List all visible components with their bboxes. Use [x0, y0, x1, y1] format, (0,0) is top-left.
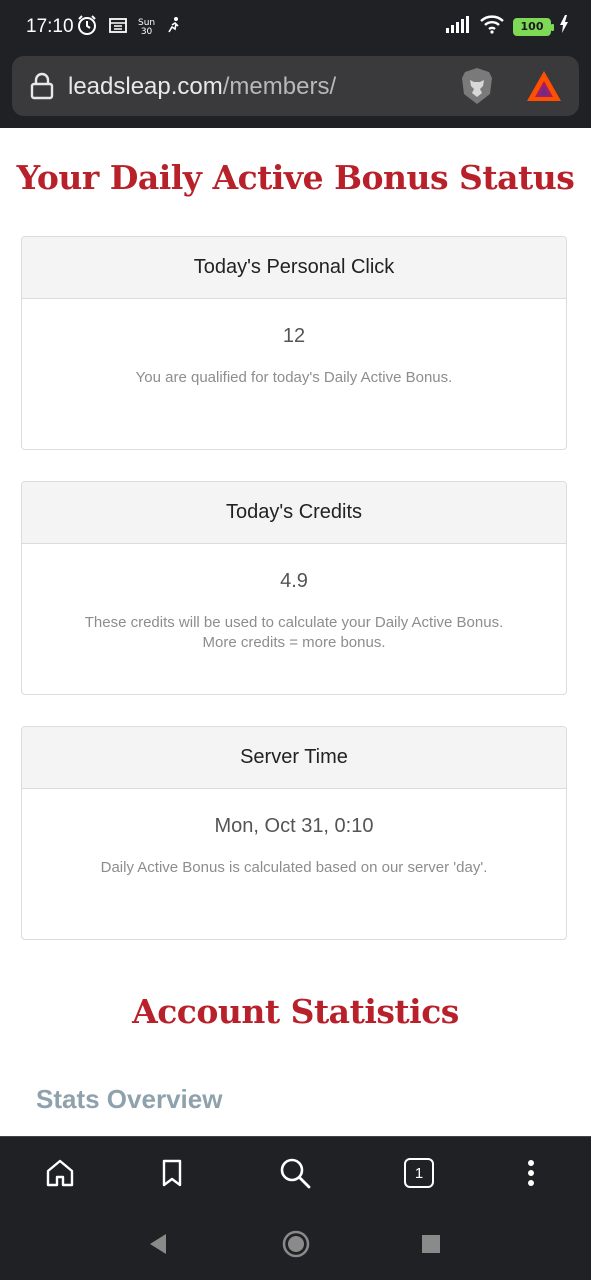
browser-bottom-toolbar: 1: [0, 1136, 591, 1210]
card-description-line: These credits will be used to calculate …: [84, 614, 504, 631]
lock-icon[interactable]: [30, 72, 54, 105]
personal-click-card: Today's Personal Click 12 You are qualif…: [21, 236, 567, 450]
charging-icon: [559, 15, 569, 38]
wifi-icon: [479, 14, 505, 39]
bookmark-icon[interactable]: [156, 1157, 188, 1189]
credits-card: Today's Credits 4.9 These credits will b…: [21, 481, 567, 695]
card-description: These credits will be used to calculate …: [22, 613, 566, 653]
back-icon[interactable]: [148, 1233, 168, 1260]
stats-overview-heading: Stats Overview: [36, 1084, 223, 1114]
card-header: Today's Credits: [22, 482, 566, 544]
home-nav-icon[interactable]: [282, 1230, 310, 1263]
alarm-icon: [76, 14, 98, 41]
url-path: /members/: [222, 73, 337, 100]
tab-count: 1: [404, 1158, 434, 1188]
system-navigation-bar: [0, 1210, 591, 1280]
calendar-icon: [108, 15, 128, 40]
more-menu-icon[interactable]: [515, 1157, 547, 1189]
card-description: Daily Active Bonus is calculated based o…: [100, 859, 488, 876]
activity-icon: [165, 16, 183, 39]
search-icon[interactable]: [279, 1157, 311, 1189]
brave-shields-icon[interactable]: [460, 66, 494, 111]
card-value: Mon, Oct 31, 0:10: [214, 815, 374, 837]
card-header: Today's Personal Click: [22, 237, 566, 299]
card-value: 4.9: [280, 570, 308, 592]
url-domain: leadsleap.com: [68, 73, 223, 100]
status-time: 17:10: [26, 16, 74, 37]
url-text[interactable]: leadsleap.com/members/: [68, 73, 336, 101]
daily-bonus-title: Your Daily Active Bonus Status: [16, 158, 575, 197]
recents-icon[interactable]: [422, 1235, 440, 1258]
date-indicator: Sun 30: [138, 18, 155, 37]
card-value: 12: [282, 325, 306, 347]
tabs-button[interactable]: 1: [403, 1157, 435, 1189]
account-statistics-title: Account Statistics: [132, 992, 459, 1031]
card-description-line: More credits = more bonus.: [202, 634, 386, 651]
server-time-card: Server Time Mon, Oct 31, 0:10 Daily Acti…: [21, 726, 567, 940]
date-number: 30: [140, 26, 153, 37]
brave-rewards-icon[interactable]: [526, 70, 562, 107]
home-icon[interactable]: [44, 1157, 76, 1189]
card-description: You are qualified for today's Daily Acti…: [135, 369, 453, 386]
browser-address-area: leadsleap.com/members/: [0, 56, 591, 128]
address-bar[interactable]: leadsleap.com/members/: [12, 56, 579, 116]
status-bar: 17:10 Sun 30 100: [0, 0, 591, 56]
card-header: Server Time: [22, 727, 566, 789]
signal-icon: [445, 15, 471, 38]
page-content: Your Daily Active Bonus Status Today's P…: [0, 128, 591, 1136]
battery-icon: 100: [513, 17, 554, 36]
